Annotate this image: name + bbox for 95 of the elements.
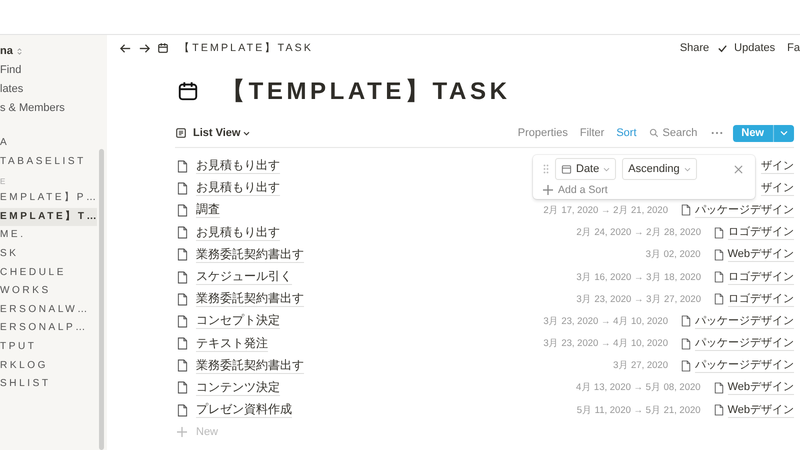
page-icon bbox=[177, 314, 188, 328]
workspace-switcher[interactable]: na bbox=[0, 41, 23, 61]
page-icon bbox=[177, 248, 188, 262]
chevron-icon bbox=[16, 46, 23, 56]
toolbar-button[interactable]: Filter bbox=[580, 127, 604, 139]
item-title[interactable]: テキスト発注 bbox=[196, 336, 268, 352]
item-title[interactable]: コンテンツ決定 bbox=[196, 380, 280, 396]
date-range: 3月 23, 2020 → 4月 10, 2020 bbox=[543, 314, 668, 328]
chevron-icon bbox=[603, 166, 610, 172]
item-title[interactable]: プレゼン資料作成 bbox=[196, 402, 292, 418]
category-link[interactable]: ロゴデザイン bbox=[728, 292, 794, 307]
plus-icon bbox=[543, 185, 553, 195]
page-icon bbox=[177, 404, 188, 417]
category-link[interactable]: ザイン bbox=[761, 180, 794, 196]
chevron-icon bbox=[684, 166, 691, 172]
date-range: 2月 17, 2020 → 2月 21, 2020 bbox=[543, 204, 668, 217]
date-range: 5月 11, 2020 → 5月 21, 2020 bbox=[576, 404, 701, 417]
date-range: 2月 24, 2020 → 2月 28, 2020 bbox=[576, 226, 701, 240]
item-title[interactable]: 業務委託契約書出す bbox=[196, 358, 304, 374]
view-selector[interactable]: List View bbox=[193, 127, 250, 139]
page-icon bbox=[177, 337, 188, 350]
date-range: 4月 13, 2020 → 5月 08, 2020 bbox=[576, 381, 701, 394]
category-link[interactable]: ロゴデザイン bbox=[728, 270, 794, 285]
drag-handle-icon[interactable] bbox=[543, 164, 549, 174]
item-title[interactable]: コンセプト決定 bbox=[196, 313, 280, 330]
chevron-icon bbox=[243, 130, 250, 136]
sidebar-item[interactable]: CHEDULE bbox=[0, 264, 97, 282]
sidebar-item[interactable]: ERSONALP… bbox=[0, 319, 97, 338]
category-link[interactable]: Webデザイン bbox=[728, 380, 794, 396]
calendar-icon bbox=[177, 80, 199, 102]
sidebar-item[interactable]: TPUT bbox=[0, 338, 97, 357]
caret-icon bbox=[780, 130, 788, 136]
item-title[interactable]: 業務委託契約書出す bbox=[196, 291, 304, 308]
item-title[interactable]: お見積もり出す bbox=[196, 158, 280, 174]
page-icon bbox=[177, 226, 188, 240]
toolbar-button[interactable]: Properties bbox=[518, 127, 568, 139]
favorite-button[interactable]: Fa bbox=[787, 42, 800, 54]
page-title: 【TEMPLATE】TASK bbox=[221, 77, 510, 107]
direction-dropdown[interactable]: Ascending bbox=[622, 158, 697, 180]
back-arrow-icon[interactable] bbox=[119, 42, 132, 54]
category-link[interactable]: パッケージデザイン bbox=[695, 358, 794, 374]
scrollbar[interactable] bbox=[99, 149, 104, 450]
sidebar-nav-item[interactable]: Find bbox=[0, 61, 22, 80]
page-icon bbox=[177, 182, 188, 195]
item-title[interactable]: お見積もり出す bbox=[196, 224, 280, 241]
updates-button[interactable]: Updates bbox=[734, 42, 776, 54]
sidebar-item[interactable]: SHLIST bbox=[0, 375, 97, 394]
category-link[interactable]: Webデザイン bbox=[728, 402, 794, 418]
category-link[interactable]: パッケージデザイン bbox=[695, 314, 794, 329]
section-label: E bbox=[0, 176, 8, 188]
calendar-icon bbox=[157, 42, 169, 54]
category-link[interactable]: Webデザイン bbox=[728, 247, 794, 262]
more-icon[interactable] bbox=[711, 131, 724, 135]
page-icon bbox=[177, 270, 188, 284]
plus-icon bbox=[177, 427, 187, 438]
sidebar-nav-item[interactable]: lates bbox=[0, 80, 24, 99]
list-view-icon bbox=[175, 127, 187, 139]
calendar-icon bbox=[561, 164, 572, 174]
page-icon bbox=[177, 381, 188, 394]
category-link[interactable]: パッケージデザイン bbox=[695, 202, 794, 218]
page-icon bbox=[177, 359, 188, 372]
category-link[interactable]: ザイン bbox=[761, 158, 794, 174]
sidebar-item[interactable]: EMPLATE】P… bbox=[0, 189, 97, 208]
page-icon bbox=[177, 292, 188, 306]
search-button[interactable]: Search bbox=[662, 127, 698, 139]
property-dropdown[interactable]: Date bbox=[555, 158, 616, 180]
page-icon bbox=[177, 160, 188, 173]
search-icon bbox=[648, 128, 659, 138]
sidebar-nav-item[interactable]: s & Members bbox=[0, 99, 65, 118]
sidebar-item[interactable]: SK bbox=[0, 244, 97, 264]
sidebar-item[interactable]: WORKS bbox=[0, 282, 97, 301]
page-icon bbox=[177, 204, 188, 217]
share-button[interactable]: Share bbox=[680, 42, 710, 54]
item-title[interactable]: スケジュール引く bbox=[196, 269, 292, 286]
date-range: 3月 27, 2020 bbox=[613, 359, 668, 372]
check-icon bbox=[717, 42, 728, 54]
date-range: 3月 16, 2020 → 3月 18, 2020 bbox=[576, 270, 701, 284]
date-range: 3月 23, 2020 → 4月 10, 2020 bbox=[543, 337, 668, 350]
item-title[interactable]: 業務委託契約書出す bbox=[196, 246, 304, 263]
breadcrumb[interactable]: 【TEMPLATE】TASK bbox=[179, 41, 314, 55]
sidebar-item[interactable]: TABASELIST bbox=[0, 152, 97, 172]
sidebar-item[interactable]: ERSONALW… bbox=[0, 300, 97, 320]
add-sort-button[interactable]: Add a Sort bbox=[558, 184, 608, 196]
item-title[interactable]: お見積もり出す bbox=[196, 180, 280, 196]
category-link[interactable]: ロゴデザイン bbox=[728, 225, 794, 240]
sidebar-item[interactable]: RKLOG bbox=[0, 356, 97, 376]
date-range: 3月 23, 2020 → 3月 27, 2020 bbox=[576, 292, 701, 306]
category-link[interactable]: パッケージデザイン bbox=[695, 336, 794, 352]
item-title[interactable]: 調査 bbox=[196, 202, 220, 218]
sidebar-item[interactable]: A bbox=[0, 134, 97, 153]
close-icon[interactable] bbox=[734, 164, 743, 174]
sidebar-item[interactable]: EMPLATE】T… bbox=[0, 208, 97, 226]
sidebar-item[interactable]: ME. bbox=[0, 226, 97, 245]
forward-arrow-icon[interactable] bbox=[138, 42, 151, 54]
date-range: 3月 02, 2020 bbox=[646, 248, 701, 262]
